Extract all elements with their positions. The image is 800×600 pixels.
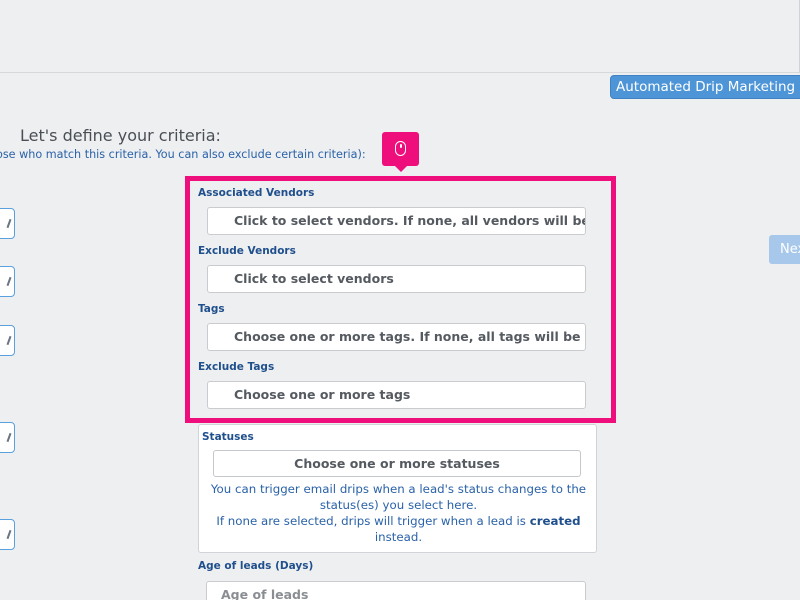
statuses-select[interactable]: Choose one or more statuses — [213, 450, 581, 477]
statuses-help-prefix: If none are selected, drips will trigger… — [216, 514, 530, 528]
statuses-help-line: If none are selected, drips will trigger… — [199, 513, 598, 529]
criteria-subheading: ose who match this criteria. You can als… — [0, 148, 366, 161]
statuses-label: Statuses — [202, 431, 254, 443]
age-of-leads-label: Age of leads (Days) — [198, 560, 314, 572]
click-hint-callout — [382, 132, 419, 172]
automated-drip-marketing-tab[interactable]: Automated Drip Marketing Em — [610, 75, 800, 99]
side-edit-button-1[interactable] — [0, 208, 15, 239]
exclude-vendors-select[interactable]: Click to select vendors — [207, 265, 586, 293]
exclude-vendors-label: Exclude Vendors — [198, 245, 296, 257]
top-bar — [0, 0, 800, 73]
associated-vendors-label: Associated Vendors — [198, 187, 315, 199]
mouse-icon — [395, 141, 406, 156]
statuses-help-line: instead. — [374, 530, 423, 544]
side-edit-button-3[interactable] — [0, 325, 15, 356]
statuses-help-line: status(es) you select here. — [319, 498, 478, 512]
side-edit-button-5[interactable] — [0, 519, 15, 550]
side-edit-button-4[interactable] — [0, 422, 15, 453]
age-of-leads-input[interactable]: Age of leads — [206, 581, 586, 600]
next-button[interactable]: Nex — [769, 235, 800, 264]
associated-vendors-select[interactable]: Click to select vendors. If none, all ve… — [207, 207, 586, 235]
exclude-tags-label: Exclude Tags — [198, 361, 275, 373]
statuses-help-text: You can trigger email drips when a lead'… — [199, 481, 598, 545]
statuses-help-line: You can trigger email drips when a lead'… — [210, 482, 587, 496]
tags-select[interactable]: Choose one or more tags. If none, all ta… — [207, 323, 586, 351]
statuses-panel: Statuses Choose one or more statuses You… — [198, 424, 597, 553]
side-edit-button-2[interactable] — [0, 266, 15, 297]
statuses-help-created: created — [529, 514, 581, 528]
exclude-tags-select[interactable]: Choose one or more tags — [207, 381, 586, 409]
criteria-heading: Let's define your criteria: — [20, 126, 221, 145]
tags-label: Tags — [198, 303, 225, 315]
